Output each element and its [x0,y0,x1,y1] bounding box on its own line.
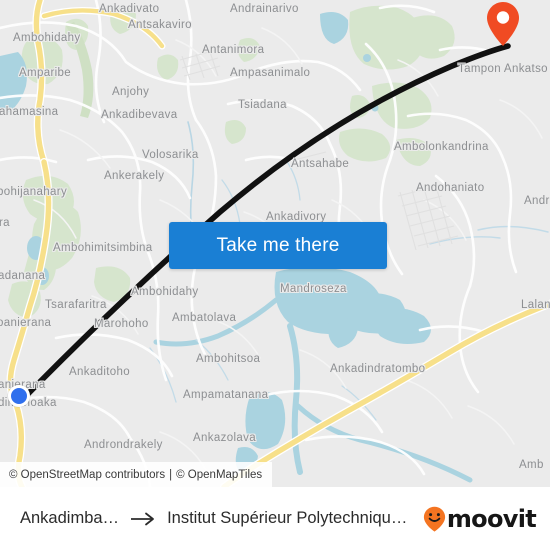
attribution-maptiles[interactable]: © OpenMapTiles [176,469,262,481]
destination-marker[interactable] [486,1,520,47]
route-origin-label: Ankadimba… [20,509,120,527]
route-summary: Ankadimba… Institut Supérieur Polytechni… [20,509,415,528]
route-destination-label: Institut Supérieur Polytechnique De … [167,509,415,527]
moovit-logo[interactable]: moovit [423,504,537,533]
arrow-right-glyph [131,512,154,525]
map-canvas[interactable]: Ankadivato Andrainarivo Antsakaviro Ambohid… [0,0,550,487]
moovit-wordmark: moovit [446,504,537,533]
footer-bar: Ankadimba… Institut Supérieur Polytechni… [0,487,550,550]
destination-pin-icon [487,2,519,46]
attribution-osm[interactable]: © OpenStreetMap contributors [9,469,165,481]
arrow-right-icon [130,512,156,526]
origin-marker[interactable] [8,385,30,407]
map-attribution: © OpenStreetMap contributors | © OpenMap… [0,462,273,487]
moovit-map-screen: Ankadivato Andrainarivo Antsakaviro Ambohid… [0,0,550,550]
take-me-there-button[interactable]: Take me there [169,222,387,269]
moovit-pin-icon [423,506,445,532]
attribution-separator: | [169,468,173,481]
